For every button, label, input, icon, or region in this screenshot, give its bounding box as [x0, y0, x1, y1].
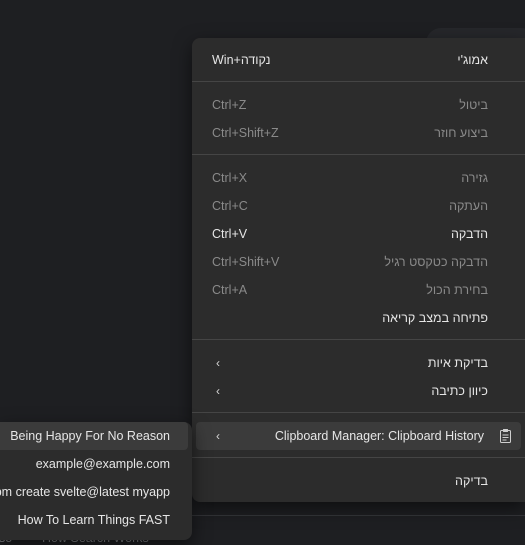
clipboard-item-text: example@example.com: [35, 457, 170, 471]
menu-item-undo[interactable]: ביטול Ctrl+Z: [192, 91, 525, 119]
menu-item-label: העתקה: [449, 199, 488, 213]
menu-item-label: ביטול: [459, 98, 488, 112]
menu-item-paste-plain-text[interactable]: הדבקה כטקסט רגיל Ctrl+Shift+V: [192, 248, 525, 276]
chevron-left-icon: ‹: [216, 384, 220, 398]
menu-item-paste[interactable]: הדבקה Ctrl+V: [192, 220, 525, 248]
menu-item-label: בדיקה: [455, 474, 488, 488]
menu-item-clipboard-manager[interactable]: ‹ Clipboard Manager: Clipboard History: [196, 422, 521, 450]
menu-item-label: ביצוע חוזר: [434, 126, 488, 140]
menu-item-label: הדבקה כטקסט רגיל: [384, 255, 488, 269]
clipboard-history-item[interactable]: How To Learn Things FAST: [0, 506, 192, 534]
menu-item-redo[interactable]: ביצוע חוזר Ctrl+Shift+Z: [192, 119, 525, 147]
menu-separator: [192, 81, 525, 82]
clipboard-history-submenu: Being Happy For No Reason example@exampl…: [0, 422, 192, 540]
menu-item-label: בדיקת איות: [427, 356, 488, 370]
clipboard-history-item[interactable]: Being Happy For No Reason: [0, 422, 188, 450]
menu-item-shortcut: Ctrl+Shift+Z: [212, 126, 279, 140]
clipboard-item-text: How To Learn Things FAST: [17, 513, 170, 527]
chevron-left-icon: ‹: [216, 356, 220, 370]
menu-item-copy[interactable]: העתקה Ctrl+C: [192, 192, 525, 220]
menu-item-shortcut: Win+נקודה: [212, 53, 271, 67]
menu-item-shortcut: Ctrl+C: [212, 199, 248, 213]
clipboard-item-text: pnpm create svelte@latest myapp: [0, 485, 170, 499]
menu-item-cut[interactable]: גזירה Ctrl+X: [192, 164, 525, 192]
menu-item-shortcut: Ctrl+V: [212, 227, 248, 241]
menu-item-label: פתיחה במצב קריאה: [382, 311, 488, 325]
menu-item-label: אמוג'י: [457, 53, 488, 67]
menu-item-select-all[interactable]: בחירת הכול Ctrl+A: [192, 276, 525, 304]
menu-separator: [192, 154, 525, 155]
menu-item-label: כיוון כתיבה: [431, 384, 488, 398]
menu-item-inspect[interactable]: בדיקה: [192, 467, 525, 495]
menu-item-label: גזירה: [461, 171, 488, 185]
menu-item-emoji[interactable]: אמוג'י Win+נקודה: [192, 46, 525, 74]
menu-item-shortcut: Ctrl+Shift+V: [212, 255, 280, 269]
menu-item-shortcut: Ctrl+A: [212, 283, 248, 297]
clipboard-history-item[interactable]: example@example.com: [0, 450, 192, 478]
menu-item-label: הדבקה: [451, 227, 488, 241]
menu-item-reading-mode[interactable]: פתיחה במצב קריאה: [192, 304, 525, 332]
menu-item-label: Clipboard Manager: Clipboard History: [274, 429, 484, 443]
menu-separator: [192, 339, 525, 340]
menu-item-spell-check[interactable]: ‹ בדיקת איות: [192, 349, 525, 377]
clipboard-history-item[interactable]: pnpm create svelte@latest myapp: [0, 478, 192, 506]
menu-item-shortcut: Ctrl+Z: [212, 98, 247, 112]
chevron-left-icon: ‹: [216, 429, 220, 443]
context-menu: אמוג'י Win+נקודה ביטול Ctrl+Z ביצוע חוזר…: [192, 38, 525, 502]
menu-item-label: בחירת הכול: [426, 283, 488, 297]
menu-item-shortcut: Ctrl+X: [212, 171, 248, 185]
menu-item-writing-direction[interactable]: ‹ כיוון כתיבה: [192, 377, 525, 405]
clipboard-item-text: Being Happy For No Reason: [10, 429, 170, 443]
clipboard-icon: [500, 429, 511, 443]
menu-separator: [192, 457, 525, 458]
menu-separator: [192, 412, 525, 413]
